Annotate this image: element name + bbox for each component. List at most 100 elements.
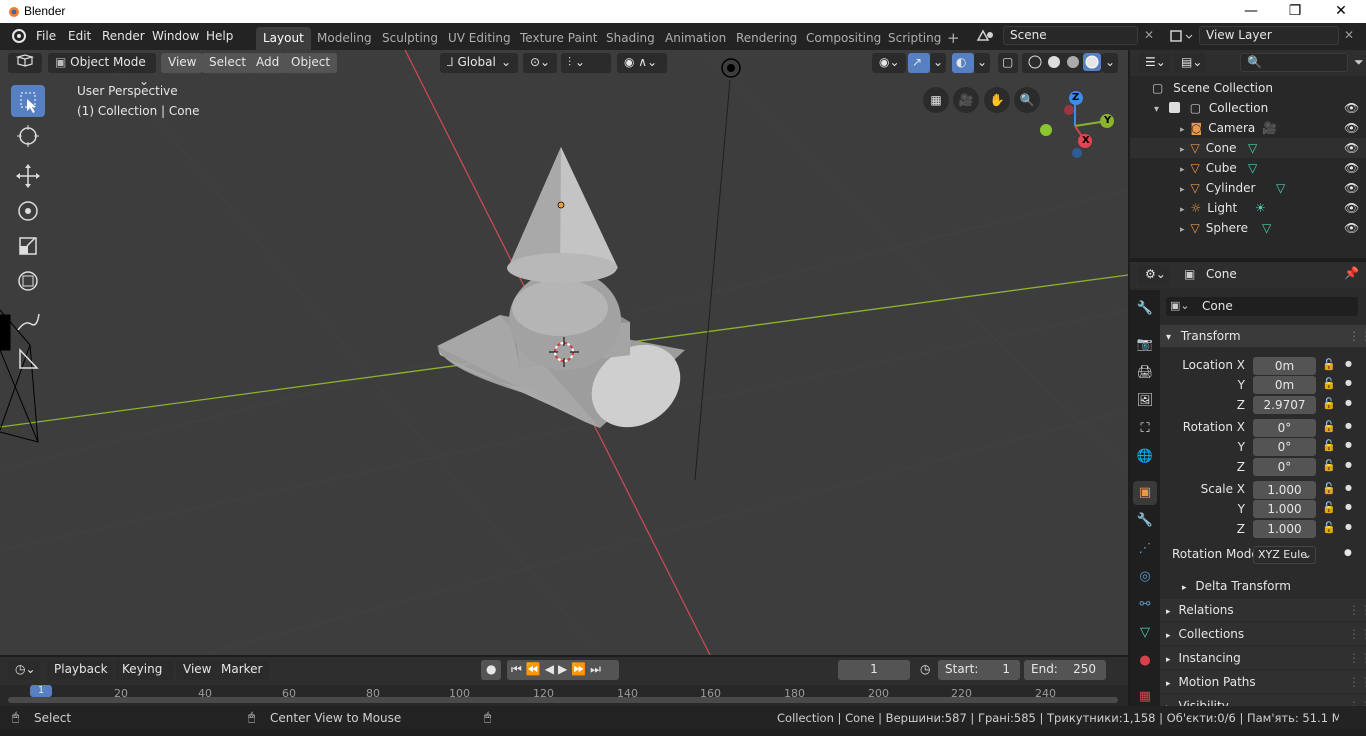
collapse-arrow-icon[interactable]: ▾ [1154,104,1159,115]
mesh-data-icon[interactable]: ▽ [1248,158,1257,178]
lock-icon[interactable]: 🔓 [1322,397,1336,410]
minimize-button[interactable]: — [1228,0,1274,23]
mesh-data-icon[interactable]: ▽ [1248,138,1257,158]
add-workspace-button[interactable]: + [940,27,967,50]
lock-icon[interactable]: 🔓 [1322,501,1336,514]
object-menu[interactable]: Object [284,53,338,73]
tab-modeling[interactable]: Modeling [310,27,379,50]
camera-data-icon[interactable]: 🎥 [1262,118,1277,138]
outliner-row-cylinder[interactable]: ▸ ▽ Cylinder ▽ 👁 [1130,178,1366,198]
mode-dropdown[interactable]: ▣ Object Mode ⌄ [48,53,156,88]
menu-window[interactable]: Window [145,27,206,46]
transform-panel-header[interactable]: ▾ Transform ⋮⋮ [1160,325,1366,347]
eye-icon[interactable]: 👁 [1344,178,1359,198]
transform-tool[interactable] [11,265,45,297]
timeline-scrollbar[interactable] [8,697,1118,703]
measure-tool[interactable] [11,342,45,374]
gizmo-dropdown-icon[interactable]: ⌄ [930,53,946,73]
properties-editor-icon[interactable]: ⚙⌄ [1138,265,1170,285]
object-name-field[interactable]: ▣⌄ Cone [1166,297,1358,316]
outliner-row-camera[interactable]: ▸ ◙ Camera 🎥 👁 [1130,118,1366,138]
particles-tab-icon[interactable]: ⋰ [1133,537,1157,561]
outliner-row-cone[interactable]: ▸ ▽ Cone ▽ 👁 [1130,138,1366,158]
view-layer-icon[interactable] [1168,28,1196,44]
outliner-row-sphere[interactable]: ▸ ▽ Sphere ▽ 👁 [1130,218,1366,238]
pin-icon[interactable]: 📌 [1344,266,1359,280]
editor-type-button[interactable] [8,53,42,73]
playback-controls[interactable]: ⏮⏪◀▶⏩⏭ [507,660,619,680]
drag-handle-icon[interactable]: ⋮⋮ [1348,647,1366,669]
rotation-x-field[interactable]: 0° [1253,419,1316,437]
lock-icon[interactable]: 🔓 [1322,521,1336,534]
add-menu[interactable]: Add [249,53,287,73]
expand-arrow-icon[interactable]: ▸ [1180,145,1185,155]
viewport-scene[interactable] [0,50,1128,655]
expand-arrow-icon[interactable]: ▸ [1180,125,1185,135]
render-tab-icon[interactable]: 📷 [1133,333,1157,357]
tab-layout[interactable]: Layout [256,27,311,50]
tab-scripting[interactable]: Scripting [881,27,948,50]
lock-icon[interactable]: 🔓 [1322,482,1336,495]
tab-rendering[interactable]: Rendering [729,27,804,50]
keyframe-dot-icon[interactable]: ● [1345,378,1352,387]
tab-shading[interactable]: Shading [599,27,662,50]
keyframe-dot-icon[interactable]: ● [1345,502,1352,511]
lock-icon[interactable]: 🔓 [1322,377,1336,390]
timeline-editor-icon[interactable]: ◷⌄ [8,660,40,680]
scene-tab-icon[interactable]: ⛶ [1133,417,1157,441]
blender-menu-icon[interactable] [10,28,28,44]
keyframe-dot-icon[interactable]: ● [1344,548,1352,558]
keyframe-dot-icon[interactable]: ● [1345,440,1352,449]
panel-motion-paths[interactable]: ▸ Motion Paths ⋮⋮ [1160,671,1366,693]
keying-menu[interactable]: Keying ⌄ [115,660,173,695]
modifier-tab-icon[interactable]: 🔧 [1133,509,1157,533]
tab-sculpting[interactable]: Sculpting [375,27,445,50]
panel-relations[interactable]: ▸ Relations ⋮⋮ [1160,599,1366,621]
object-tab-icon[interactable]: ▣ [1133,481,1157,505]
filter-icon[interactable]: ⏷ [1354,55,1364,70]
annotate-tool[interactable] [11,306,45,338]
panel-collections[interactable]: ▸ Collections ⋮⋮ [1160,623,1366,645]
timeline-view-menu[interactable]: View [176,660,219,680]
display-mode-icon[interactable]: ▤⌄ [1174,53,1206,73]
rotation-mode-dropdown[interactable]: XYZ Eule ⌄ [1253,546,1316,564]
eye-icon[interactable]: 👁 [1344,98,1359,118]
record-button[interactable]: ● [481,660,501,680]
menu-help[interactable]: Help [199,27,240,46]
keyframe-dot-icon[interactable]: ● [1345,421,1352,430]
location-y-field[interactable]: 0m [1253,376,1316,394]
view-layer-field[interactable]: View Layer [1199,26,1339,45]
location-x-field[interactable]: 0m [1253,357,1316,375]
keyframe-dot-icon[interactable]: ● [1345,483,1352,492]
marker-menu[interactable]: Marker [214,660,270,680]
drag-handle-icon[interactable]: ⋮⋮ [1348,671,1366,693]
lock-icon[interactable]: 🔓 [1322,358,1336,371]
camera-view-icon[interactable]: 🎥 [953,87,979,113]
rotate-tool[interactable] [11,195,45,227]
start-frame-field[interactable]: Start: 1 [938,660,1020,680]
tool-tab-icon[interactable]: 🔧 [1133,297,1157,321]
tab-texture-paint[interactable]: Texture Paint [513,27,604,50]
scale-z-field[interactable]: 1.000 [1253,520,1316,538]
constraints-tab-icon[interactable]: ⚯ [1133,593,1157,617]
menu-file[interactable]: File [29,27,63,46]
close-window-button[interactable]: ✕ [1318,0,1364,23]
mesh-data-icon[interactable]: ▽ [1276,178,1285,198]
3d-viewport[interactable]: ▣ Object Mode ⌄ View Select Add Object ⅃ … [0,50,1128,655]
location-z-field[interactable]: 2.9707 [1253,396,1316,414]
scale-tool[interactable] [11,230,45,262]
orientation-dropdown[interactable]: ⅃ Global ⌄ [440,53,518,73]
outliner-row-light[interactable]: ▸ ☼ Light ☀ 👁 [1130,198,1366,218]
lock-icon[interactable]: 🔓 [1322,459,1336,472]
mesh-data-icon[interactable]: ▽ [1262,218,1271,238]
xray-icon[interactable]: ▢ [998,53,1018,73]
material-tab-icon[interactable]: ● [1133,649,1157,673]
expand-arrow-icon[interactable]: ▸ [1180,165,1185,175]
select-box-tool[interactable] [11,85,45,117]
shading-mode-icons[interactable] [1025,53,1101,71]
keyframe-dot-icon[interactable]: ● [1345,522,1352,531]
pan-hand-icon[interactable]: ✋ [984,87,1010,113]
drag-handle-icon[interactable]: ⋮⋮ [1348,325,1366,347]
pivot-point-icon[interactable]: ⊙⌄ [523,53,557,73]
panel-instancing[interactable]: ▸ Instancing ⋮⋮ [1160,647,1366,669]
